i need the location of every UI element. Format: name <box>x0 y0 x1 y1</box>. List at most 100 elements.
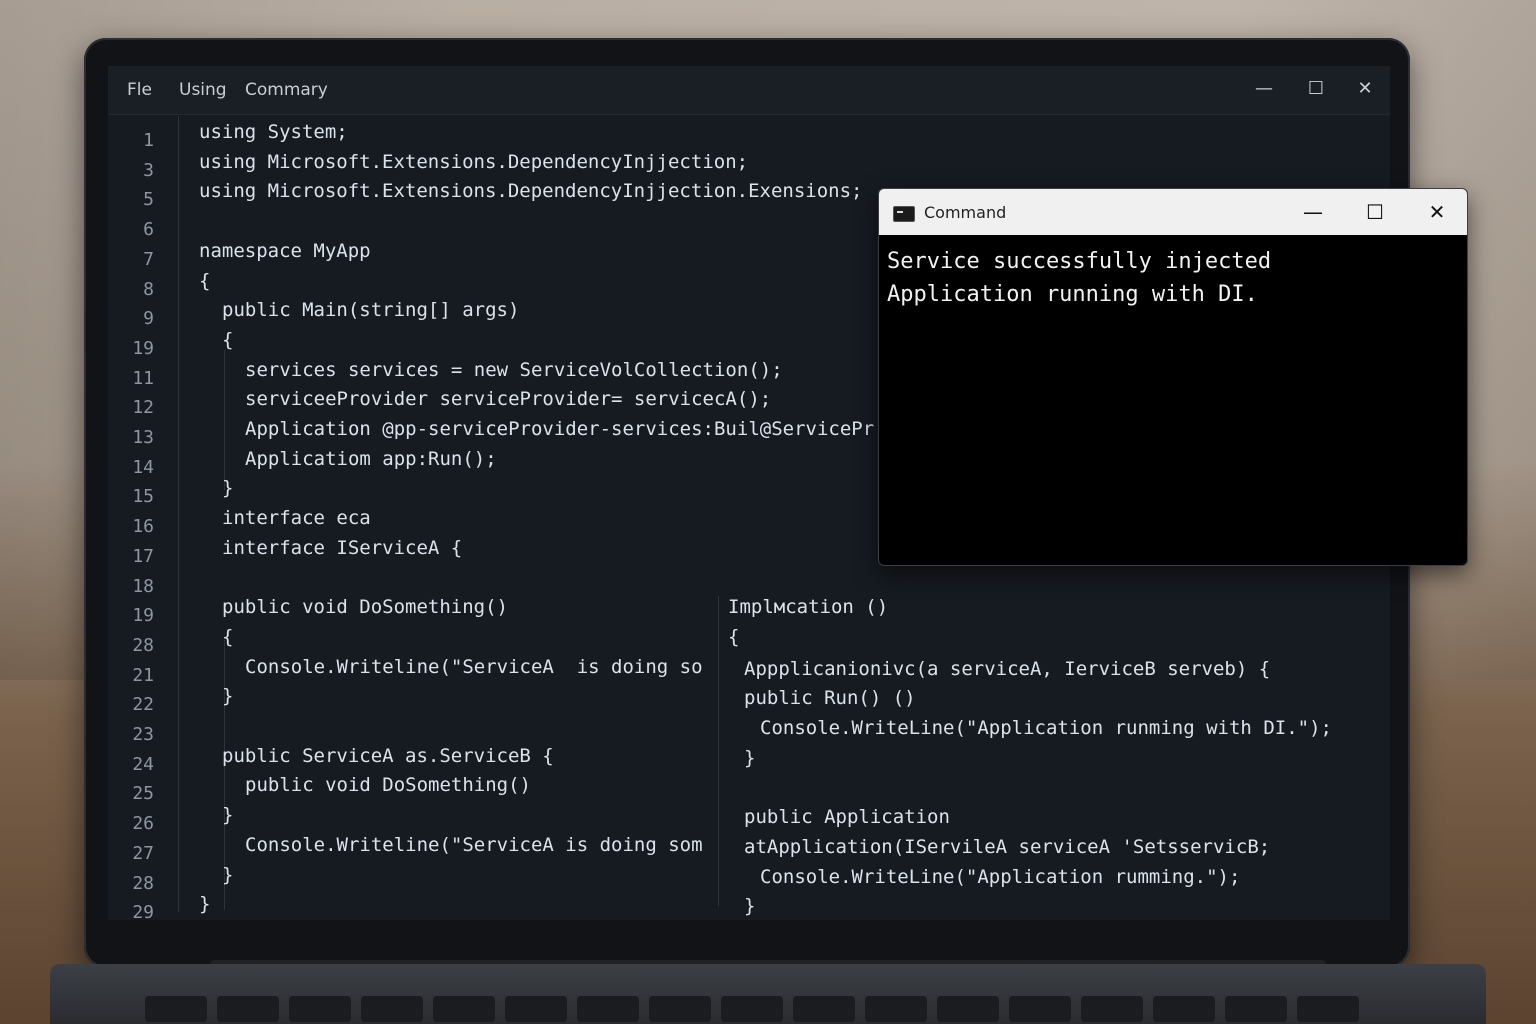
line-number: 24 <box>132 753 154 775</box>
keyboard-key <box>289 996 351 1022</box>
code-line[interactable]: using System; <box>199 120 348 144</box>
code-line[interactable]: Console.WriteLine("Application runming w… <box>760 716 1332 740</box>
line-number: 28 <box>132 634 154 656</box>
keyboard-key <box>217 996 279 1022</box>
code-line[interactable]: serviceeProvider serviceProvider= servic… <box>245 387 771 411</box>
editor-titlebar: Fle Using Commary — ☐ ✕ <box>108 66 1390 115</box>
code-line[interactable]: { <box>222 328 233 352</box>
code-line[interactable]: Appplicanionivc(a serviceA, IerviceB ser… <box>744 657 1270 681</box>
code-line[interactable]: Application @pp-serviceProvider-services… <box>245 417 874 441</box>
code-line[interactable]: { <box>222 625 233 649</box>
line-number: 28 <box>132 872 154 894</box>
maximize-icon[interactable]: ☐ <box>1299 76 1333 102</box>
menu-file[interactable]: Fle <box>127 80 152 100</box>
command-title: Command <box>924 203 1007 222</box>
keyboard-key <box>649 996 711 1022</box>
code-line[interactable]: services services = new ServiceVolCollec… <box>245 358 783 382</box>
code-line[interactable]: atApplication(IServileA serviceA 'Setsse… <box>744 835 1270 859</box>
cmd-close-icon[interactable]: ✕ <box>1417 197 1457 227</box>
keyboard-key <box>433 996 495 1022</box>
line-number: 3 <box>143 159 154 181</box>
code-line[interactable]: } <box>222 863 233 887</box>
gutter-divider <box>178 116 179 912</box>
keyboard-key <box>1009 996 1071 1022</box>
code-line[interactable]: { <box>199 269 210 293</box>
line-number: 23 <box>132 724 154 745</box>
keyboard-key <box>361 996 423 1022</box>
command-titlebar[interactable]: Command — ☐ ✕ <box>879 189 1467 235</box>
indent-guide <box>224 350 225 490</box>
code-line[interactable]: Console.Writeline("ServiceA is doing som <box>245 833 703 857</box>
line-number: 14 <box>132 456 154 478</box>
keyboard-key <box>505 996 567 1022</box>
keyboard-key <box>1225 996 1287 1022</box>
line-number: 6 <box>143 219 154 241</box>
line-number: 8 <box>143 278 154 300</box>
code-line[interactable]: public void DoSomething() <box>222 595 508 619</box>
code-line[interactable]: } <box>222 476 233 500</box>
code-line[interactable]: public void DoSomething() <box>245 773 531 797</box>
line-number: 19 <box>132 337 154 359</box>
keyboard-key <box>1297 996 1359 1022</box>
cmd-minimize-icon[interactable]: — <box>1293 197 1333 227</box>
menu-commary[interactable]: Commary <box>245 80 328 100</box>
column-divider <box>718 596 719 906</box>
close-icon[interactable]: ✕ <box>1348 76 1382 102</box>
line-number: 15 <box>132 486 154 508</box>
line-number: 22 <box>132 694 154 716</box>
code-line[interactable]: } <box>222 803 233 827</box>
keyboard-key <box>937 996 999 1022</box>
line-number: 17 <box>132 545 154 567</box>
code-line[interactable]: interface IServiceA { <box>222 536 462 560</box>
keyboard-key <box>865 996 927 1022</box>
line-number: 16 <box>132 516 154 538</box>
code-line[interactable]: public ServiceA as.ServiceB { <box>222 744 554 768</box>
line-number: 7 <box>143 248 154 270</box>
code-line[interactable]: Console.WriteLine("Application rumming."… <box>760 865 1240 889</box>
code-line[interactable]: interface eca <box>222 506 371 530</box>
minimize-icon[interactable]: — <box>1247 76 1281 102</box>
cmd-maximize-icon[interactable]: ☐ <box>1355 197 1395 227</box>
code-line[interactable]: } <box>744 894 755 918</box>
keyboard-key <box>577 996 639 1022</box>
line-number: 26 <box>132 813 154 835</box>
code-line[interactable]: public Run() () <box>744 686 916 710</box>
line-number: 12 <box>132 397 154 419</box>
line-number: 13 <box>132 427 154 448</box>
console-icon <box>893 206 915 222</box>
line-number: 18 <box>132 575 154 597</box>
menu-using[interactable]: Using <box>179 80 227 100</box>
code-line[interactable]: using Microsoft.Extensions.DependencyInj… <box>199 150 748 174</box>
line-number: 11 <box>132 367 154 389</box>
code-line[interactable]: } <box>744 746 755 770</box>
command-output: Service successfully injected Applicatio… <box>887 245 1457 311</box>
code-line[interactable]: Applicatiom app:Run(); <box>245 447 497 471</box>
output-line: Service successfully injected <box>887 249 1272 274</box>
code-line[interactable]: public Application <box>744 805 950 829</box>
line-number: 21 <box>132 664 154 686</box>
command-window[interactable]: Command — ☐ ✕ Service successfully injec… <box>878 188 1468 566</box>
code-line[interactable]: Console.Writeline("ServiceA is doing so <box>245 655 703 679</box>
line-number: 29 <box>132 902 154 920</box>
keyboard-key <box>721 996 783 1022</box>
keyboard-key <box>793 996 855 1022</box>
code-line[interactable]: namespace MyApp <box>199 239 371 263</box>
code-line[interactable]: public Main(string[] args) <box>222 298 519 322</box>
keyboard-key <box>145 996 207 1022</box>
line-number: 1 <box>143 130 154 151</box>
line-number: 25 <box>132 783 154 805</box>
line-number: 19 <box>132 605 154 627</box>
keyboard-key <box>1081 996 1143 1022</box>
line-number: 5 <box>143 189 154 211</box>
line-number-gutter: 1 3 5 6 7 8 9 19 11 12 13 14 15 16 17 18 19 28 21 22 23 24 25 2… <box>108 116 172 920</box>
line-number: 9 <box>143 308 154 330</box>
code-line[interactable]: { <box>728 625 739 649</box>
line-number: 27 <box>132 842 154 864</box>
code-line[interactable]: using Microsoft.Extensions.DependencyInj… <box>199 179 862 203</box>
keyboard-row <box>145 996 1375 1024</box>
code-line[interactable]: Implмcation () <box>728 595 888 619</box>
code-line[interactable]: } <box>222 684 233 708</box>
code-line[interactable]: } <box>199 892 210 916</box>
keyboard-key <box>1153 996 1215 1022</box>
output-line: Application running with DI. <box>887 282 1258 307</box>
